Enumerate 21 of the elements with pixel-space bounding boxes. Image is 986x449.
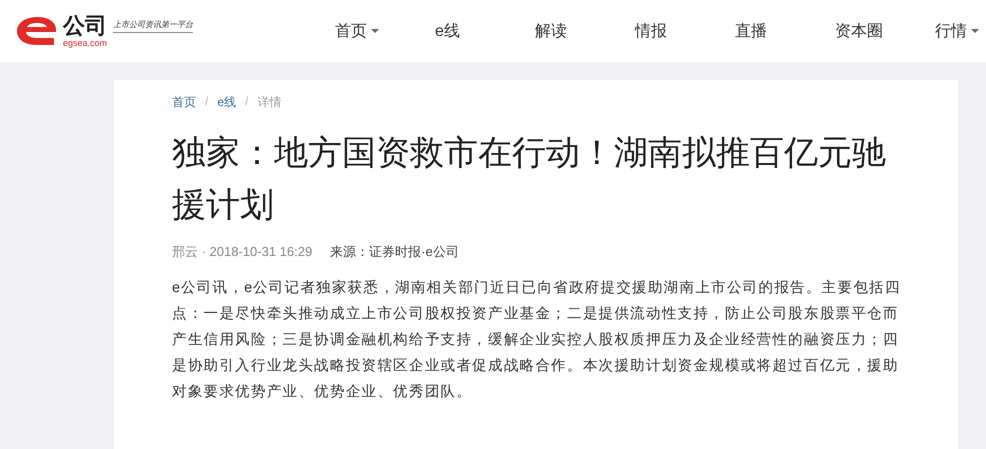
nav-link[interactable]: 解读 — [535, 20, 635, 42]
breadcrumb-separator: / — [205, 94, 208, 110]
article-source: 来源：证券时报·e公司 — [330, 243, 459, 261]
article-paragraph: e公司讯，e公司记者独家获悉，湖南相关部门近日已向省政府提交援助湖南上市公司的报告。主要包括四点：一是尽快牵头推动成立上市公司股权投资产业基金；二是提供流动性支持，防止公司股东股票平仓而产生信用风险；三是协调金融机构给予支持，缓解企业实控人股权质押压力及企业经营性的融资压力；四是协助引入行业龙头战略投资辖区企业或者促成战略合作。本次援助计划资金规模或将超过百亿元，援助对象要求优势产业、优势企业、优秀团队。 — [172, 278, 902, 402]
nav-link[interactable]: 首页 — [335, 20, 435, 42]
nav-link[interactable]: 直播 — [735, 20, 835, 42]
caret-icon — [971, 29, 979, 33]
breadcrumb-current: 详情 — [257, 94, 282, 111]
article-byline: 邢云 · 2018-10-31 16:29 — [172, 243, 312, 261]
breadcrumb-separator: / — [245, 94, 248, 110]
logo-domain: egsea.com — [63, 38, 108, 48]
logo-slogan: 上市公司资讯第一平台 — [113, 19, 194, 33]
nav-link[interactable]: e线 — [435, 20, 535, 42]
logo-text: 公司 — [63, 14, 108, 36]
nav-link[interactable]: 情报 — [635, 20, 735, 42]
nav-link[interactable]: 资本圈 — [835, 20, 935, 42]
nav-link[interactable]: 行情 — [935, 20, 979, 42]
breadcrumb-link[interactable]: e线 — [217, 94, 236, 111]
caret-icon — [371, 29, 379, 33]
article-title: 独家：地方国资救市在行动！湖南拟推百亿元驰援计划 — [172, 132, 887, 227]
breadcrumb-link[interactable]: 首页 — [172, 94, 196, 111]
